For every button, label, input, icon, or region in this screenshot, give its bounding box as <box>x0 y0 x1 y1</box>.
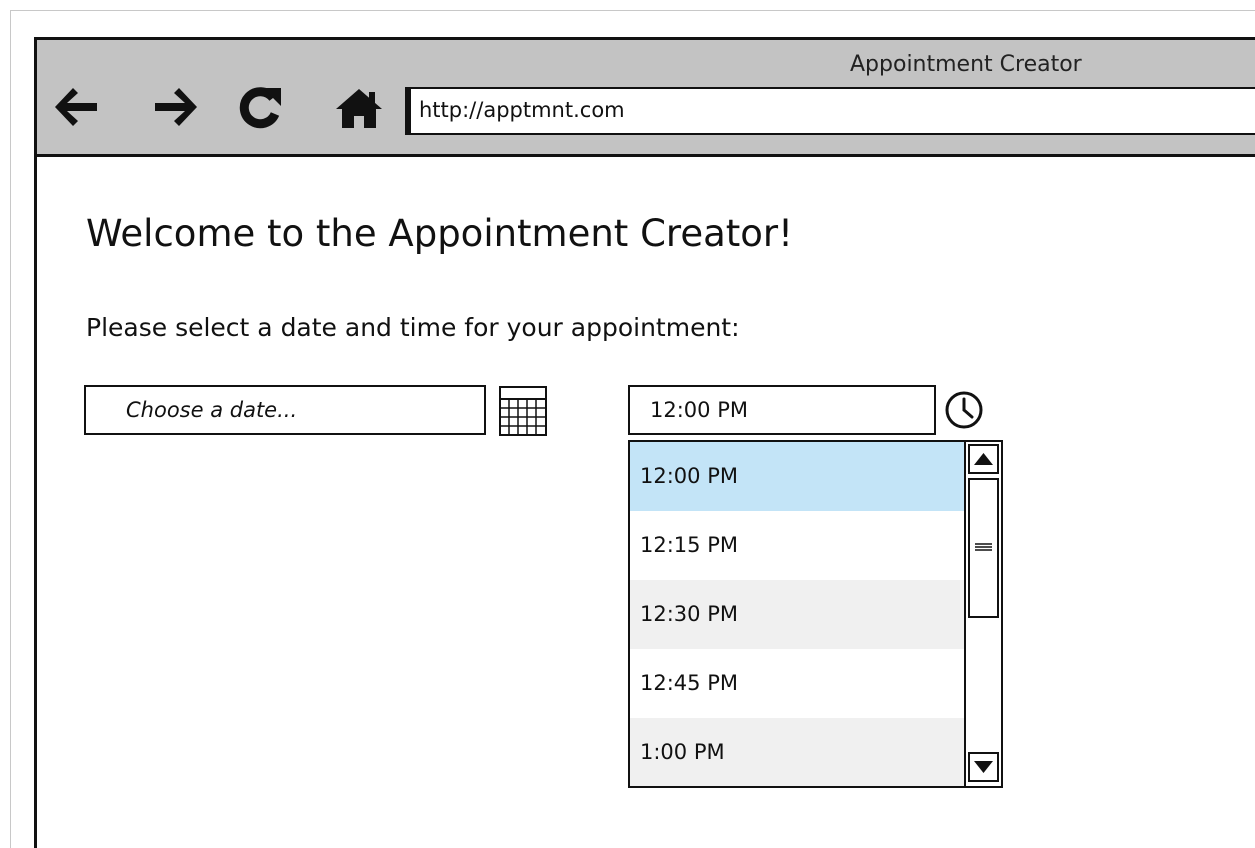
forward-button[interactable] <box>151 84 201 130</box>
clock-icon <box>945 391 983 429</box>
url-bar-edge <box>407 89 411 133</box>
page-title: Welcome to the Appointment Creator! <box>86 212 793 255</box>
time-option[interactable]: 12:30 PM <box>630 580 964 649</box>
page-content: Welcome to the Appointment Creator! Plea… <box>37 160 1255 848</box>
dropdown-scrollbar[interactable] <box>964 442 1001 786</box>
home-icon <box>336 89 382 128</box>
time-option[interactable]: 1:00 PM <box>630 718 964 786</box>
browser-window: Appointment Creator http://apptmnt.com W… <box>34 37 1255 848</box>
scroll-down-button[interactable] <box>968 752 999 782</box>
calendar-button[interactable] <box>497 385 549 437</box>
arrow-left-icon <box>55 88 97 126</box>
scroll-up-button[interactable] <box>968 444 999 474</box>
time-value: 12:00 PM <box>650 398 748 422</box>
back-button[interactable] <box>51 84 101 130</box>
arrow-right-icon <box>155 88 197 126</box>
time-input[interactable]: 12:00 PM <box>628 385 936 435</box>
reload-icon <box>239 87 281 129</box>
triangle-down-icon <box>974 761 993 773</box>
time-option[interactable]: 12:45 PM <box>630 649 964 718</box>
home-button[interactable] <box>333 84 385 130</box>
clock-button[interactable] <box>943 389 985 431</box>
calendar-icon <box>499 386 547 436</box>
time-option-selected[interactable]: 12:00 PM <box>630 442 964 511</box>
date-placeholder: Choose a date... <box>126 398 298 422</box>
triangle-up-icon <box>974 453 993 465</box>
time-option[interactable]: 12:15 PM <box>630 511 964 580</box>
instruction-text: Please select a date and time for your a… <box>86 313 740 342</box>
scroll-thumb[interactable] <box>968 478 999 618</box>
url-text: http://apptmnt.com <box>419 98 625 122</box>
date-input[interactable]: Choose a date... <box>84 385 486 435</box>
grip-icon <box>975 543 992 551</box>
reload-button[interactable] <box>237 84 285 130</box>
window-title: Appointment Creator <box>850 52 1082 77</box>
url-bar[interactable]: http://apptmnt.com <box>405 87 1255 135</box>
time-dropdown: 12:00 PM 12:15 PM 12:30 PM 12:45 PM 1:00… <box>628 440 1003 788</box>
browser-toolbar: Appointment Creator http://apptmnt.com <box>37 40 1255 157</box>
